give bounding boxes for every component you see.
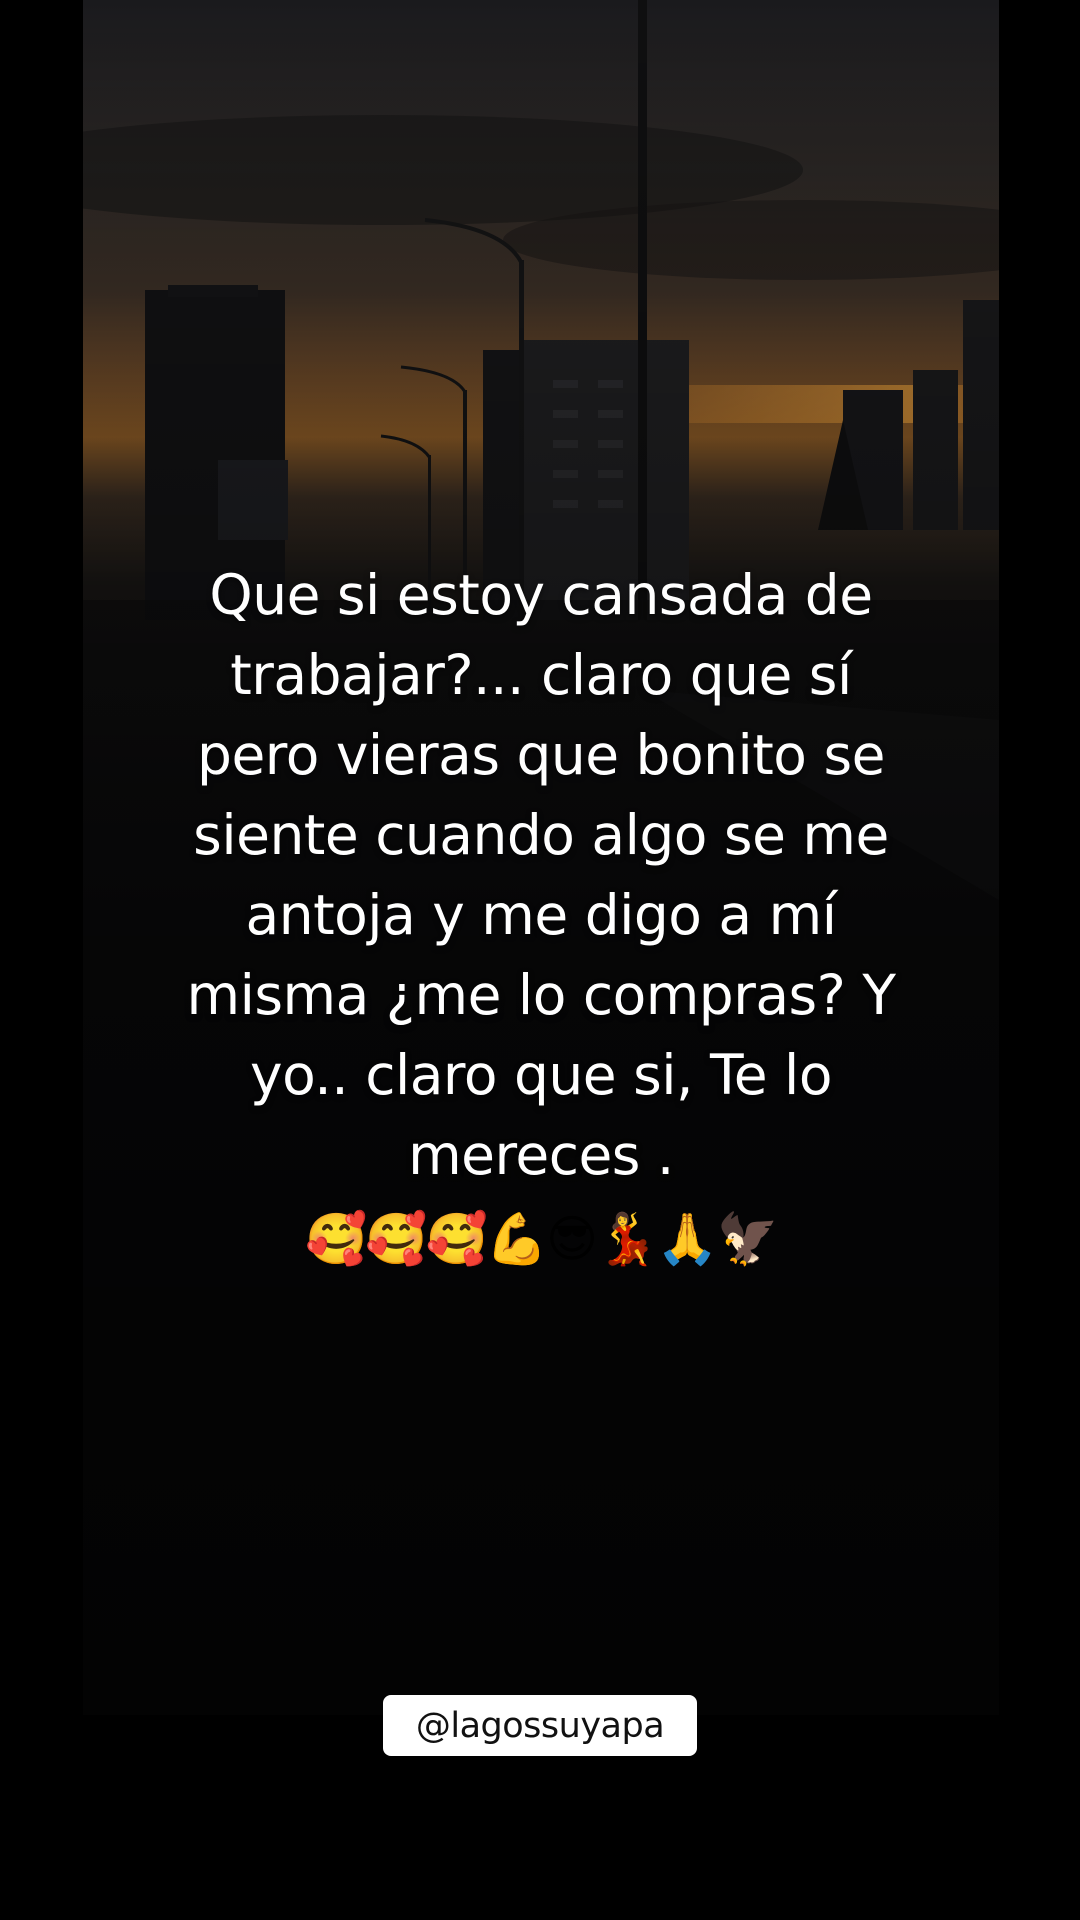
caption-line: trabajar?... claro que sí (230, 643, 852, 707)
caption-line: misma ¿me lo compras? Y (186, 963, 896, 1027)
video-frame[interactable]: Que si estoy cansada de trabajar?... cla… (83, 0, 999, 1715)
caption-line: siente cuando algo se me (193, 803, 889, 867)
post-caption: Que si estoy cansada de trabajar?... cla… (83, 555, 999, 1195)
caption-line: mereces . (408, 1123, 674, 1187)
caption-emojis: 🥰🥰🥰💪😎💃🙏🦅 (305, 1210, 779, 1268)
caption-line: pero vieras que bonito se (197, 723, 885, 787)
caption-line: Que si estoy cansada de (209, 563, 873, 627)
caption-line: yo.. claro que si, Te lo (250, 1043, 832, 1107)
caption-line: antoja y me digo a mí (245, 883, 837, 947)
username-badge[interactable]: @lagossuyapa (383, 1695, 697, 1756)
